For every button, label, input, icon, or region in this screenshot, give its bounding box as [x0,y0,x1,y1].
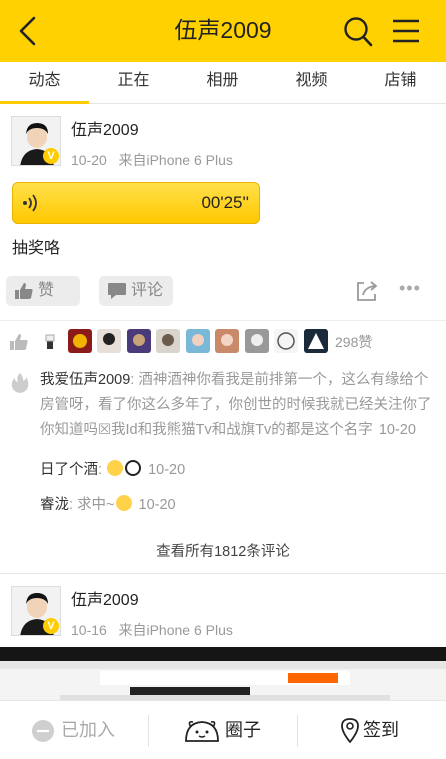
separator [148,715,149,747]
verified-badge-icon: V [43,148,59,164]
like-button[interactable]: 赞 [6,276,80,306]
more-options-icon[interactable]: ••• [399,278,421,299]
share-icon[interactable] [355,279,379,303]
view-all-comments-link[interactable]: 查看所有1812条评论 [0,540,446,561]
likes-row: 298赞 [0,320,446,360]
kiss-emoji-icon [115,495,132,511]
post-divider [0,573,446,574]
comment-item[interactable]: 我爱伍声2009: 酒神酒神你看我是前排第一个，这么有缘给个房管呀，看了你这么多… [40,368,440,443]
post-source: 来自iPhone 6 Plus [118,152,233,168]
like-label: 赞 [38,282,55,299]
liker-avatar[interactable] [156,329,180,353]
post-time: 10-20 [71,152,107,168]
voice-message-player[interactable]: 00'25'' [12,182,260,224]
comment-item[interactable]: 日了个酒: 10-20 [40,458,440,483]
panda-emoji-icon [125,460,142,476]
circle-mascot-icon [185,721,219,742]
liker-avatar[interactable] [245,329,269,353]
thumb-up-icon [9,333,29,356]
location-pin-icon [341,718,359,743]
comment-separator: : [69,497,78,513]
liker-avatar[interactable] [215,329,239,353]
comment-author[interactable]: 睿泷 [40,497,69,513]
liker-avatar[interactable] [127,329,151,353]
author-name[interactable]: 伍声2009 [71,586,139,610]
circle-button[interactable]: 圈子 [148,701,297,759]
joined-label: 已加入 [61,720,115,740]
post-actions: 赞 评论 ••• [0,270,446,314]
top-bar: 伍声2009 [0,0,446,62]
comment-icon [108,283,126,299]
liker-avatar[interactable] [68,329,92,353]
tab-bar: 动态 正在 相册 视频 店铺 [0,62,446,104]
liker-avatar[interactable] [186,329,210,353]
checkin-label: 签到 [363,720,399,740]
comment-time: 10-20 [138,497,176,513]
tab-shop[interactable]: 店铺 [356,62,445,104]
circle-label: 圈子 [225,720,261,740]
liker-avatar[interactable] [38,329,62,353]
post-source: 来自iPhone 6 Plus [118,622,233,638]
checkin-button[interactable]: 签到 [297,701,446,759]
comment-author[interactable]: 我爱伍声2009 [40,372,130,388]
comment-label: 评论 [131,282,164,299]
liker-avatar[interactable] [304,329,328,353]
page-title: 伍声2009 [174,17,272,43]
screenshot-thumbnail [0,661,446,702]
thumb-up-icon [15,283,33,299]
comment-separator: : [98,462,107,478]
comment-time: 10-20 [378,422,416,438]
comment-author[interactable]: 日了个酒 [40,462,98,478]
voice-duration: 00'25'' [201,193,249,212]
verified-badge-icon: V [43,618,59,634]
search-icon[interactable] [342,14,374,48]
tab-live[interactable]: 正在 [89,62,178,104]
post-text: 抽奖咯 [12,240,61,257]
liker-avatar[interactable] [274,329,298,353]
post-image[interactable] [0,647,446,702]
comment-button[interactable]: 评论 [99,276,173,306]
author-name[interactable]: 伍声2009 [71,116,139,140]
menu-icon[interactable] [390,16,422,46]
speaker-emoji-icon [107,460,124,476]
tab-video[interactable]: 视频 [267,62,356,104]
comment-item[interactable]: 睿泷: 求中~ 10-20 [40,493,440,518]
joined-button[interactable]: 已加入 [0,701,148,759]
post-meta: 10-16 来自iPhone 6 Plus [71,620,233,640]
comment-time: 10-20 [148,462,186,478]
hot-fire-icon [10,372,30,399]
tab-dynamic[interactable]: 动态 [0,62,89,104]
bottom-bar: 已加入 圈子 签到 [0,700,446,759]
tab-album[interactable]: 相册 [178,62,267,104]
avatar[interactable]: V [11,586,61,636]
liker-avatar[interactable] [97,329,121,353]
like-count[interactable]: 298赞 [335,332,372,352]
sound-wave-icon [22,193,40,213]
avatar[interactable]: V [11,116,61,166]
separator [297,715,298,747]
post-meta: 10-20 来自iPhone 6 Plus [71,150,233,170]
comment-text: 求中~ [77,497,115,513]
minus-circle-icon [32,720,54,742]
post-time: 10-16 [71,622,107,638]
